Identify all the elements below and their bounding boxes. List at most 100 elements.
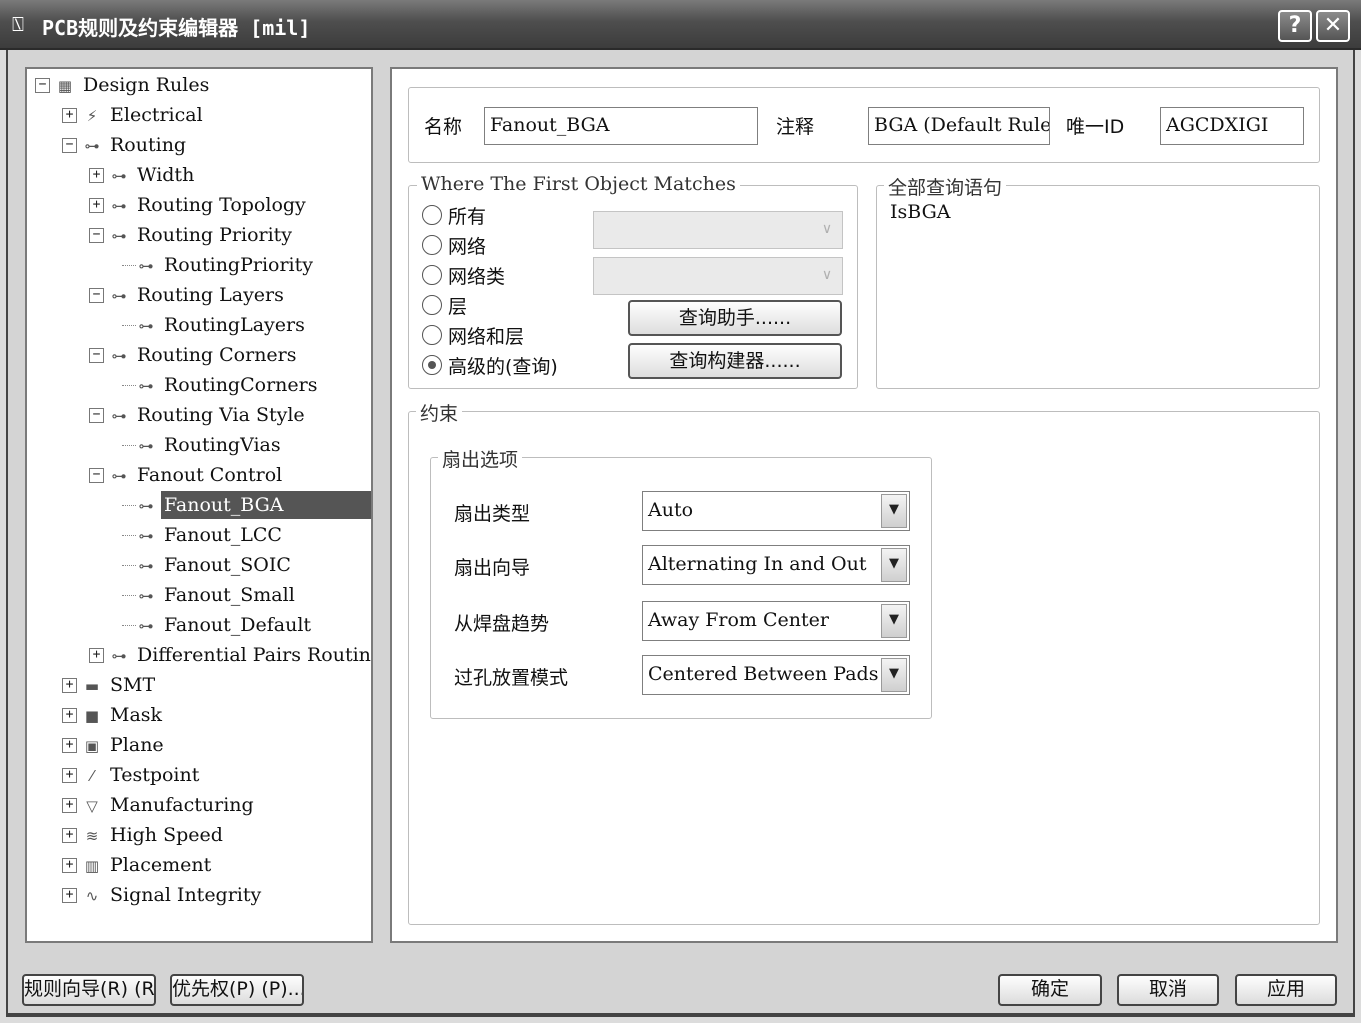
constraint-dropdown[interactable]: Centered Between Pads ▼ [642, 655, 910, 695]
close-button[interactable]: ✕ [1316, 10, 1350, 42]
tree-item-label: Placement [110, 854, 212, 876]
match-radio-label[interactable]: 网络类 [448, 262, 505, 289]
tree-item-label: Fanout Control [137, 464, 283, 486]
tree-item-content: ⊶ Differential Pairs Routing [107, 641, 372, 670]
match-radio[interactable] [422, 295, 442, 315]
rule-category-icon: ⊶ [111, 167, 127, 185]
rule-category-icon: ⊶ [138, 497, 154, 515]
priorities-button[interactable]: 优先权(P) (P)... [170, 974, 304, 1006]
rule-category-icon: ⚡ [86, 107, 98, 125]
tree-item-content: ⁄ Testpoint [80, 761, 202, 790]
expand-icon[interactable]: + [62, 858, 77, 873]
match-radio[interactable] [422, 265, 442, 285]
tree-item-label: Manufacturing [110, 794, 254, 816]
chevron-down-icon[interactable]: ▼ [881, 494, 907, 528]
expand-icon[interactable]: + [62, 678, 77, 693]
expand-icon[interactable]: + [89, 198, 104, 213]
rule-category-icon: ▽ [86, 797, 98, 815]
dropdown-value: Auto [648, 499, 694, 521]
match-radio[interactable] [422, 325, 442, 345]
expand-icon[interactable]: + [62, 828, 77, 843]
rule-category-icon: ⊶ [138, 317, 154, 335]
tree-item-content: ⊶ RoutingLayers [134, 311, 308, 340]
tree-item-content: ▦ Design Rules [53, 71, 212, 100]
query-builder-button[interactable]: 查询构建器...... [628, 343, 842, 379]
rule-category-icon: ⊶ [138, 377, 154, 395]
tree-item-label: Fanout_BGA [161, 491, 371, 519]
rule-category-icon: ⊶ [111, 287, 127, 305]
constraint-dropdown[interactable]: Auto ▼ [642, 491, 910, 531]
chevron-down-icon[interactable]: ▼ [881, 604, 907, 638]
rules-tree[interactable]: − ▦ Design Rules + ⚡ Electrical − ⊶ Routing + ⊶ Wid… [25, 67, 373, 943]
collapse-icon[interactable]: − [89, 408, 104, 423]
tree-item-content: ⊶ RoutingPriority [134, 251, 316, 280]
collapse-icon[interactable]: − [35, 78, 50, 93]
tree-item-label: RoutingPriority [164, 254, 314, 276]
expand-icon[interactable]: + [62, 108, 77, 123]
unique-id-label: 唯一ID [1066, 116, 1125, 138]
tree-item-content: ⚡ Electrical [80, 101, 206, 130]
constraint-dropdown[interactable]: Alternating In and Out ▼ [642, 545, 910, 585]
rule-category-icon: ⊶ [111, 467, 127, 485]
tree-item-label: RoutingVias [164, 434, 281, 456]
full-query-text[interactable]: IsBGA [890, 201, 950, 223]
expand-icon[interactable]: + [62, 798, 77, 813]
expand-icon[interactable]: + [62, 708, 77, 723]
tree-item-content: ▣ Plane [80, 731, 167, 760]
expand-icon[interactable]: + [62, 768, 77, 783]
collapse-icon[interactable]: − [89, 348, 104, 363]
tree-item-content: ⊶ Routing Priority [107, 221, 295, 250]
match-radio-label[interactable]: 网络和层 [448, 322, 524, 349]
expand-icon[interactable]: + [62, 888, 77, 903]
tree-item-label: Signal Integrity [110, 884, 262, 906]
constraint-dropdown[interactable]: Away From Center ▼ [642, 601, 910, 641]
match-radio[interactable] [422, 235, 442, 255]
constraint-label: 扇出向导 [454, 557, 531, 579]
ok-button[interactable]: 确定 [998, 974, 1102, 1006]
tree-item-label: Mask [110, 704, 163, 726]
name-label: 名称 [424, 116, 463, 138]
rule-category-icon: ⊶ [138, 587, 154, 605]
tree-item-label: Fanout_LCC [164, 524, 282, 546]
tree-item-label: Routing Topology [137, 194, 306, 216]
match-radio-label[interactable]: 层 [448, 292, 467, 319]
match-radio[interactable] [422, 355, 442, 375]
expand-icon[interactable]: + [89, 168, 104, 183]
constraints-legend: 约束 [416, 399, 463, 426]
tree-item-label: Fanout_SOIC [164, 554, 291, 576]
tree-item-label: Routing Via Style [137, 404, 305, 426]
match-net-combo[interactable]: ∨ [593, 211, 843, 249]
rule-panel: 名称 Fanout_BGA 注释 BGA (Default Rule) 唯一ID… [390, 67, 1338, 943]
tree-item-label: Testpoint [110, 764, 200, 786]
help-button[interactable]: ? [1278, 10, 1312, 42]
match-radio-label[interactable]: 高级的(查询) [448, 352, 558, 379]
expand-icon[interactable]: + [62, 738, 77, 753]
match-radio-label[interactable]: 网络 [448, 232, 486, 259]
tree-item-content: ⊶ Fanout_SOIC [134, 551, 294, 580]
tree-item-content: ⊶ Fanout_LCC [134, 521, 285, 550]
comment-input[interactable]: BGA (Default Rule) [868, 107, 1050, 145]
chevron-down-icon[interactable]: ▼ [881, 548, 907, 582]
collapse-icon[interactable]: − [89, 228, 104, 243]
name-input[interactable]: Fanout_BGA [484, 107, 758, 145]
expand-icon[interactable]: + [89, 648, 104, 663]
query-helper-button[interactable]: 查询助手...... [628, 300, 842, 336]
constraint-label: 从焊盘趋势 [454, 613, 550, 635]
apply-button[interactable]: 应用 [1235, 974, 1337, 1006]
tree-item-label: Electrical [110, 104, 203, 126]
tree-item-label: Routing Corners [137, 344, 297, 366]
collapse-icon[interactable]: − [62, 138, 77, 153]
collapse-icon[interactable]: − [89, 288, 104, 303]
tree-item-label: RoutingCorners [164, 374, 318, 396]
tree-item-content: ■ Mask [80, 701, 165, 730]
chevron-down-icon[interactable]: ▼ [881, 658, 907, 692]
match-netclass-combo[interactable]: ∨ [593, 257, 843, 295]
rule-wizard-button[interactable]: 规则向导(R) (R)... [22, 974, 156, 1006]
constraint-label: 扇出类型 [454, 503, 531, 525]
collapse-icon[interactable]: − [89, 468, 104, 483]
match-radio-label[interactable]: 所有 [448, 202, 486, 229]
unique-id-input[interactable]: AGCDXIGI [1160, 107, 1304, 145]
cancel-button[interactable]: 取消 [1117, 974, 1219, 1006]
match-radio[interactable] [422, 205, 442, 225]
rule-category-icon: ⊶ [84, 137, 100, 155]
